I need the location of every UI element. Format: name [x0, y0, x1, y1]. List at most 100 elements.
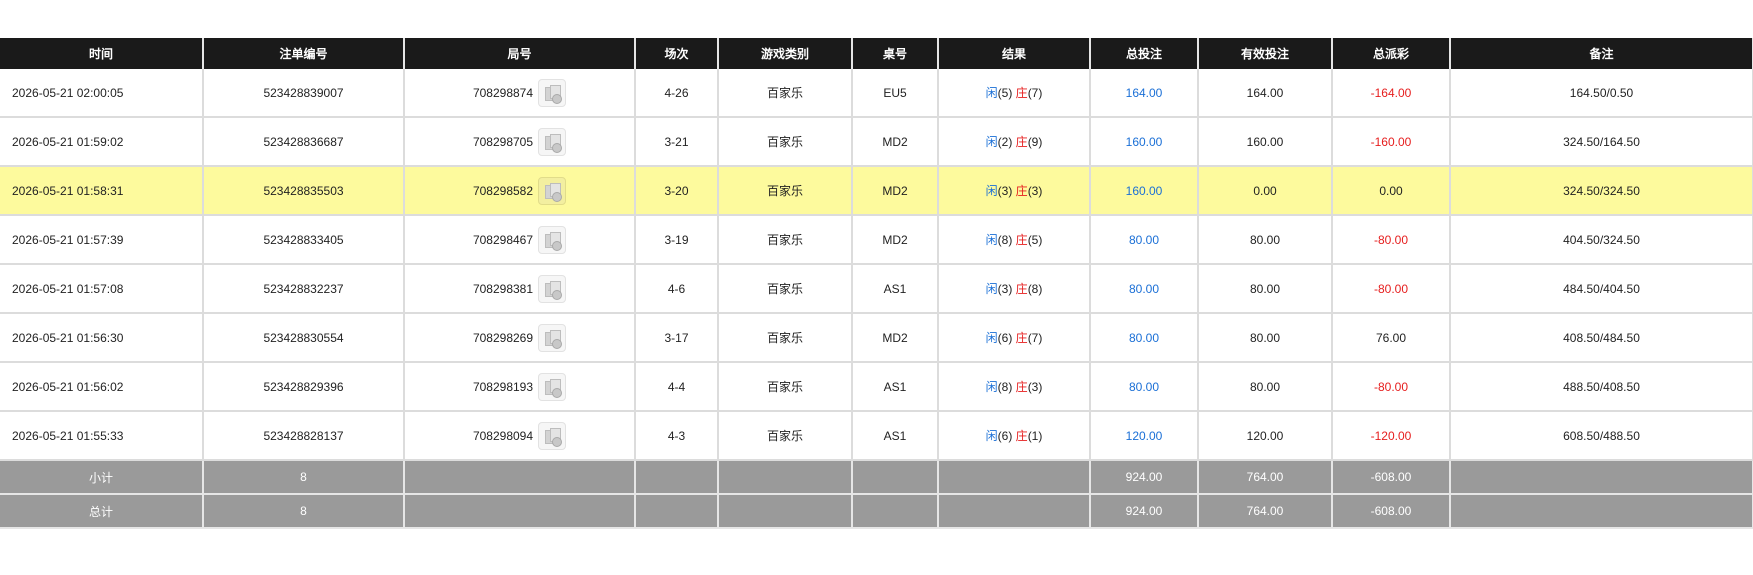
table-header-row: 时间 注单编号 局号 场次 游戏类别 桌号 结果 总投注 有效投注 总派彩 备注	[0, 38, 1753, 69]
cell-total-bet: 80.00	[1090, 362, 1199, 412]
cell-note: 408.50/484.50	[1450, 313, 1753, 363]
cell-note: 484.50/404.50	[1450, 264, 1753, 314]
header-total-bet: 总投注	[1090, 38, 1199, 69]
cell-shoe: 3-17	[635, 313, 719, 363]
result-banker-label: 庄	[1015, 86, 1028, 100]
table-row: 2026-05-21 01:58:31 523428835503 708298582…	[0, 166, 1753, 216]
header-shoe: 场次	[635, 38, 719, 69]
cell-game: 百家乐	[718, 215, 853, 265]
replay-video-icon[interactable]	[538, 421, 567, 450]
cell-shoe: 3-19	[635, 215, 719, 265]
subtotal-valid: 764.00	[1198, 460, 1333, 495]
table-row: 2026-05-21 01:56:02 523428829396 708298193…	[0, 362, 1753, 412]
replay-video-icon[interactable]	[538, 323, 567, 352]
cell-game: 百家乐	[718, 264, 853, 314]
cell-game: 百家乐	[718, 313, 853, 363]
cell-table: MD2	[852, 313, 939, 363]
header-bet-id: 注单编号	[203, 38, 405, 69]
result-banker-label: 庄	[1015, 380, 1028, 394]
cell-bet-id: 523428835503	[203, 166, 405, 216]
table-row: 2026-05-21 01:56:30 523428830554 708298269…	[0, 313, 1753, 363]
table-row: 2026-05-21 01:55:33 523428828137 708298094…	[0, 411, 1753, 461]
replay-video-icon[interactable]	[538, 225, 567, 254]
cell-round: 708298094	[404, 411, 636, 461]
cell-result: 闲(2) 庄(9)	[938, 117, 1091, 167]
table-row: 2026-05-21 01:59:02 523428836687 708298705…	[0, 117, 1753, 167]
grandtotal-valid: 764.00	[1198, 494, 1333, 529]
result-banker-label: 庄	[1015, 233, 1028, 247]
header-note: 备注	[1450, 38, 1753, 69]
result-player-label: 闲	[985, 86, 998, 100]
replay-video-icon[interactable]	[538, 274, 567, 303]
cell-table: AS1	[852, 411, 939, 461]
cell-payout: -80.00	[1332, 215, 1451, 265]
cell-round: 708298582	[404, 166, 636, 216]
cell-payout: -120.00	[1332, 411, 1451, 461]
cell-time: 2026-05-21 01:59:02	[0, 117, 204, 167]
cell-valid-bet: 80.00	[1198, 264, 1333, 314]
result-banker-label: 庄	[1015, 331, 1028, 345]
table-row: 2026-05-21 01:57:39 523428833405 708298467…	[0, 215, 1753, 265]
cell-time: 2026-05-21 01:56:30	[0, 313, 204, 363]
cell-total-bet: 164.00	[1090, 69, 1199, 118]
cell-time: 2026-05-21 01:57:39	[0, 215, 204, 265]
cell-total-bet: 80.00	[1090, 313, 1199, 363]
header-result: 结果	[938, 38, 1091, 69]
grandtotal-total: 924.00	[1090, 494, 1199, 529]
header-time: 时间	[0, 38, 204, 69]
replay-video-icon[interactable]	[538, 176, 567, 205]
cell-game: 百家乐	[718, 166, 853, 216]
result-banker-score: (3)	[1027, 184, 1043, 198]
cell-game: 百家乐	[718, 411, 853, 461]
replay-video-icon[interactable]	[538, 372, 567, 401]
cell-payout: -160.00	[1332, 117, 1451, 167]
cell-payout: 0.00	[1332, 166, 1451, 216]
cell-bet-id: 523428829396	[203, 362, 405, 412]
header-round: 局号	[404, 38, 636, 69]
result-player-score: (2)	[997, 135, 1013, 149]
result-banker-score: (7)	[1027, 331, 1043, 345]
result-banker-score: (1)	[1027, 429, 1043, 443]
grandtotal-label: 总计	[0, 494, 204, 529]
cell-shoe: 4-6	[635, 264, 719, 314]
cell-table: MD2	[852, 117, 939, 167]
result-player-label: 闲	[985, 135, 998, 149]
cell-round: 708298874	[404, 69, 636, 118]
round-number: 708298094	[472, 428, 534, 443]
cell-bet-id: 523428830554	[203, 313, 405, 363]
cell-shoe: 3-20	[635, 166, 719, 216]
grandtotal-row: 总计 8 924.00 764.00 -608.00	[0, 494, 1753, 529]
cell-time: 2026-05-21 01:57:08	[0, 264, 204, 314]
cell-payout: 76.00	[1332, 313, 1451, 363]
result-player-score: (8)	[997, 380, 1013, 394]
round-number: 708298705	[472, 134, 534, 149]
bet-history-container: 时间 注单编号 局号 场次 游戏类别 桌号 结果 总投注 有效投注 总派彩 备注…	[0, 38, 1753, 529]
cell-total-bet: 80.00	[1090, 215, 1199, 265]
header-table: 桌号	[852, 38, 939, 69]
cell-round: 708298381	[404, 264, 636, 314]
cell-time: 2026-05-21 01:58:31	[0, 166, 204, 216]
cell-note: 324.50/164.50	[1450, 117, 1753, 167]
replay-video-icon[interactable]	[538, 78, 567, 107]
replay-video-icon[interactable]	[538, 127, 567, 156]
subtotal-total: 924.00	[1090, 460, 1199, 495]
cell-result: 闲(3) 庄(8)	[938, 264, 1091, 314]
round-number: 708298582	[472, 183, 534, 198]
cell-round: 708298193	[404, 362, 636, 412]
cell-result: 闲(8) 庄(5)	[938, 215, 1091, 265]
result-banker-label: 庄	[1015, 429, 1028, 443]
cell-shoe: 4-3	[635, 411, 719, 461]
cell-result: 闲(6) 庄(1)	[938, 411, 1091, 461]
cell-note: 608.50/488.50	[1450, 411, 1753, 461]
cell-payout: -164.00	[1332, 69, 1451, 118]
cell-valid-bet: 80.00	[1198, 215, 1333, 265]
result-player-score: (5)	[997, 86, 1013, 100]
header-payout: 总派彩	[1332, 38, 1451, 69]
cell-valid-bet: 80.00	[1198, 313, 1333, 363]
subtotal-label: 小计	[0, 460, 204, 495]
cell-payout: -80.00	[1332, 362, 1451, 412]
result-banker-score: (8)	[1027, 282, 1043, 296]
subtotal-count: 8	[203, 460, 405, 495]
cell-game: 百家乐	[718, 117, 853, 167]
table-row: 2026-05-21 01:57:08 523428832237 708298381…	[0, 264, 1753, 314]
